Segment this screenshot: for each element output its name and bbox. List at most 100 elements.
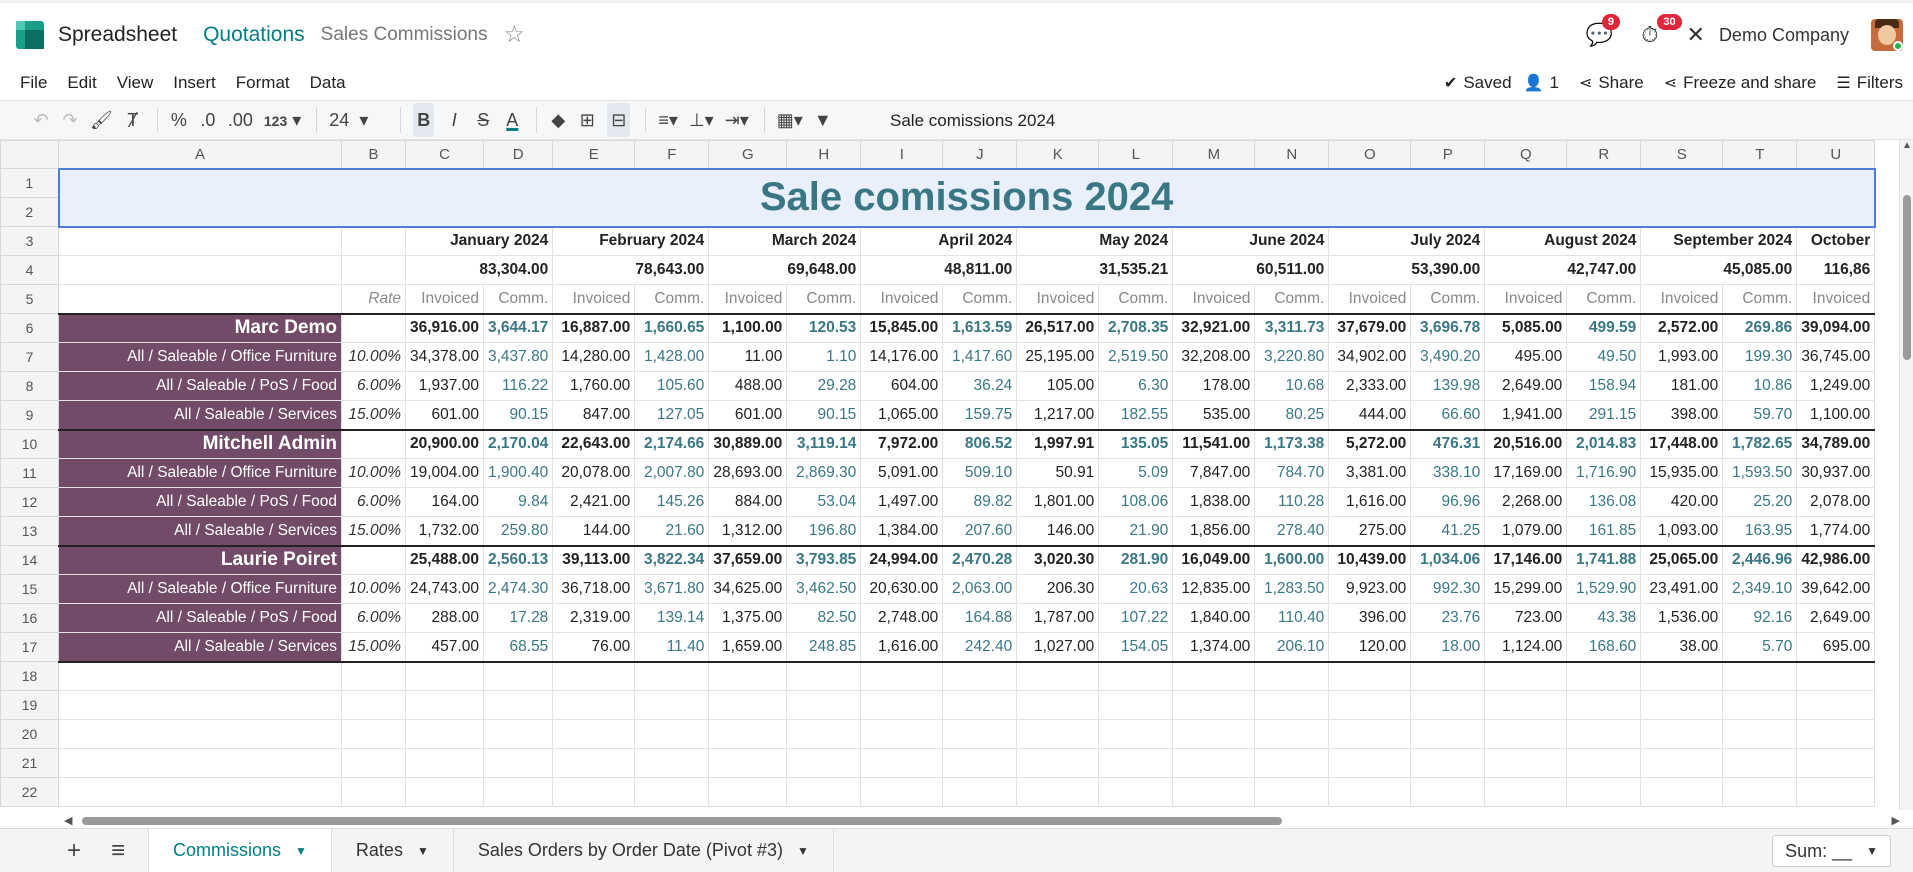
row-header[interactable]: 7 (0, 342, 59, 372)
invoiced-cell[interactable]: 1,760.00 (552, 371, 636, 401)
invoiced-cell[interactable]: 120.00 (1328, 632, 1412, 663)
invoiced-cell[interactable]: 1,375.00 (708, 603, 788, 633)
month-header[interactable]: February 2024 (552, 226, 710, 256)
invoiced-cell[interactable]: 39,642.00 (1796, 574, 1876, 604)
cell[interactable] (341, 312, 406, 343)
menu-data[interactable]: Data (310, 73, 346, 93)
column-header[interactable]: G (708, 140, 788, 169)
cell[interactable] (1328, 690, 1412, 720)
cell[interactable] (1640, 748, 1724, 778)
cells-table[interactable]: A B C D E F G H I J K L M N O P Q R S T U 1 Sale comissions 20… (0, 140, 1876, 807)
cell[interactable] (1016, 719, 1100, 749)
horizontal-scrollbar[interactable]: ◀ ▶ (60, 814, 1900, 828)
favorite-star-icon[interactable]: ☆ (504, 20, 526, 49)
comm-header[interactable]: Comm. (1254, 284, 1330, 314)
commission-cell[interactable]: 36.24 (942, 371, 1018, 401)
cell[interactable] (1796, 748, 1876, 778)
cell[interactable] (405, 690, 484, 720)
commission-cell[interactable]: 66.60 (1410, 400, 1486, 430)
invoiced-cell[interactable]: 34,378.00 (405, 342, 484, 372)
commission-cell[interactable]: 92.16 (1722, 603, 1798, 633)
invoiced-cell[interactable]: 1,787.00 (1016, 603, 1100, 633)
invoiced-cell[interactable]: 1,027.00 (1016, 632, 1100, 663)
invoiced-cell[interactable]: 12,835.00 (1172, 574, 1256, 604)
cell[interactable] (708, 719, 788, 749)
commission-cell[interactable]: 59.70 (1722, 400, 1798, 430)
rate-cell[interactable]: 15.00% (341, 632, 406, 663)
cell[interactable] (1254, 777, 1330, 807)
cell[interactable] (1796, 690, 1876, 720)
commission-cell[interactable]: 476.31 (1410, 428, 1486, 459)
redo-icon[interactable]: ↷ (61, 103, 79, 137)
commission-cell[interactable]: 1,283.50 (1254, 574, 1330, 604)
column-header[interactable]: N (1254, 140, 1330, 169)
cell[interactable] (552, 719, 636, 749)
invoiced-cell[interactable]: 37,679.00 (1328, 312, 1412, 343)
cell[interactable] (786, 777, 862, 807)
cell[interactable] (552, 661, 636, 691)
comm-header[interactable]: Comm. (1566, 284, 1642, 314)
month-total[interactable]: 116,86 (1796, 255, 1876, 285)
cell[interactable] (482, 748, 554, 778)
invoiced-cell[interactable]: 535.00 (1172, 400, 1256, 430)
invoiced-cell[interactable]: 1,993.00 (1640, 342, 1724, 372)
column-header[interactable]: O (1328, 140, 1412, 169)
commission-cell[interactable]: 1,173.38 (1254, 428, 1330, 459)
commission-cell[interactable]: 145.26 (634, 487, 710, 517)
commission-cell[interactable]: 164.88 (942, 603, 1018, 633)
cell[interactable] (708, 661, 788, 691)
invoiced-cell[interactable]: 76.00 (552, 632, 636, 663)
invoiced-cell[interactable]: 178.00 (1172, 371, 1256, 401)
cell[interactable] (1254, 661, 1330, 691)
invoiced-cell[interactable]: 3,381.00 (1328, 458, 1412, 488)
column-header[interactable]: C (405, 140, 484, 169)
invoiced-cell[interactable]: 16,049.00 (1172, 544, 1256, 575)
commission-cell[interactable]: 3,696.78 (1410, 312, 1486, 343)
cell[interactable] (1172, 690, 1256, 720)
cell[interactable] (1254, 690, 1330, 720)
rate-cell[interactable]: 10.00% (341, 458, 406, 488)
cell[interactable] (1410, 719, 1486, 749)
cell[interactable] (634, 777, 710, 807)
breadcrumb-parent[interactable]: Quotations (203, 23, 305, 47)
cell[interactable] (1328, 719, 1412, 749)
column-header[interactable]: E (552, 140, 636, 169)
horizontal-align-icon[interactable]: ≡▾ (658, 103, 678, 137)
cell[interactable] (1254, 719, 1330, 749)
menu-insert[interactable]: Insert (173, 73, 216, 93)
commission-cell[interactable]: 2,014.83 (1566, 428, 1642, 459)
menu-format[interactable]: Format (236, 73, 290, 93)
invoiced-cell[interactable]: 604.00 (860, 371, 944, 401)
month-total[interactable]: 48,811.00 (860, 255, 1018, 285)
rate-cell[interactable]: 6.00% (341, 603, 406, 633)
cell[interactable] (860, 690, 944, 720)
column-header[interactable]: B (341, 140, 406, 169)
invoiced-header[interactable]: Invoiced (405, 284, 484, 314)
cell[interactable] (1722, 690, 1798, 720)
invoiced-header[interactable]: Invoiced (1016, 284, 1100, 314)
commission-cell[interactable]: 25.20 (1722, 487, 1798, 517)
cell[interactable] (1722, 748, 1798, 778)
sheet-list-icon[interactable]: ≡ (96, 829, 140, 872)
commission-cell[interactable]: 2,446.96 (1722, 544, 1798, 575)
cell[interactable] (482, 719, 554, 749)
cell[interactable] (634, 748, 710, 778)
commission-cell[interactable]: 992.30 (1410, 574, 1486, 604)
aggregate-sum-dropdown[interactable]: Sum: __ ▼ (1772, 835, 1891, 867)
cell[interactable] (341, 428, 406, 459)
invoiced-cell[interactable]: 25,195.00 (1016, 342, 1100, 372)
rate-header[interactable]: Rate (341, 284, 406, 314)
invoiced-cell[interactable]: 15,845.00 (860, 312, 944, 343)
invoiced-cell[interactable]: 20,900.00 (405, 428, 484, 459)
cell[interactable] (341, 748, 406, 778)
font-size-dropdown[interactable]: 24 ▾ (329, 103, 385, 137)
salesperson-name[interactable]: Laurie Poiret (58, 544, 342, 575)
cell[interactable] (1722, 661, 1798, 691)
cell[interactable] (1016, 777, 1100, 807)
invoiced-cell[interactable]: 3,020.30 (1016, 544, 1100, 575)
invoiced-cell[interactable]: 1,997.91 (1016, 428, 1100, 459)
cell[interactable] (341, 719, 406, 749)
chevron-down-icon[interactable]: ▼ (797, 844, 809, 858)
invoiced-cell[interactable]: 495.00 (1484, 342, 1568, 372)
column-header[interactable]: F (634, 140, 710, 169)
